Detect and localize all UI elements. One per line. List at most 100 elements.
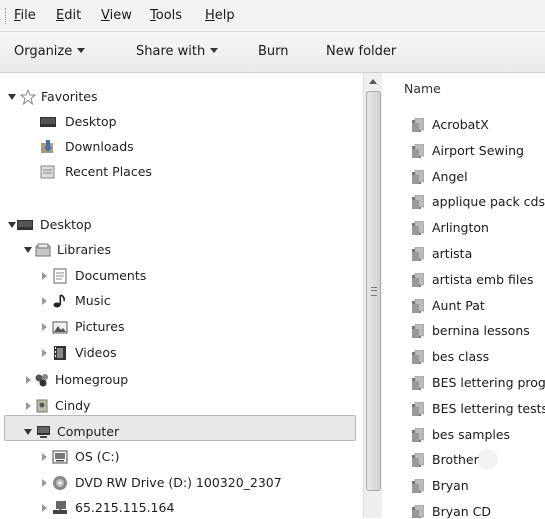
file-list-item[interactable]: Arlington — [382, 216, 545, 240]
file-name: AcrobatX — [432, 117, 489, 132]
column-header-name[interactable]: Name — [404, 81, 441, 96]
file-list: Name AcrobatX Airport Sewing Angel applique… — [382, 73, 545, 518]
expanded-arrow-icon — [8, 94, 16, 100]
nav-item-cindy[interactable]: Cindy — [0, 395, 360, 417]
drive-icon — [52, 450, 68, 464]
folder-icon — [412, 427, 424, 442]
file-name: artista emb files — [432, 271, 534, 287]
file-list-item[interactable]: Aunt Pat — [382, 294, 545, 318]
folder-icon — [412, 247, 424, 261]
chevron-down-icon — [210, 48, 219, 53]
collapsed-arrow-icon — [42, 479, 47, 487]
menu-help[interactable]: Help — [205, 8, 235, 23]
menu-file[interactable]: File — [14, 8, 36, 23]
file-name: Bryan CD — [432, 504, 492, 518]
nav-item-documents[interactable]: Documents — [0, 265, 360, 287]
libraries-icon — [35, 243, 51, 257]
nav-item-recent-places[interactable]: Recent Places — [0, 161, 360, 183]
file-name: Bryan — [432, 478, 469, 494]
file-list-item[interactable]: Angel — [382, 165, 545, 189]
nav-scrollbar[interactable] — [363, 73, 382, 518]
documents-icon — [53, 268, 67, 284]
file-name: BES lettering tests — [432, 400, 545, 416]
organize-button[interactable]: Organize — [14, 44, 86, 59]
nav-item-desktop[interactable]: Desktop — [0, 214, 360, 236]
file-list-item[interactable]: BES lettering prog — [382, 371, 545, 395]
scroll-grip-icon — [371, 287, 377, 296]
file-list-item[interactable]: applique pack cds — [382, 190, 545, 214]
file-list-item[interactable]: Brother — [382, 448, 545, 472]
dvd-icon — [53, 476, 67, 490]
collapsed-arrow-icon — [42, 349, 47, 357]
menu-view[interactable]: View — [101, 8, 132, 23]
collapsed-arrow-icon — [42, 323, 47, 331]
file-name: bernina lessons — [432, 323, 530, 339]
file-list-item[interactable]: artista emb files — [382, 268, 545, 292]
folder-icon — [412, 298, 424, 313]
collapsed-arrow-icon — [42, 453, 47, 461]
menu-tools[interactable]: Tools — [150, 8, 182, 23]
command-bar: Organize Share with Burn New folder — [0, 32, 545, 73]
share-with-button[interactable]: Share with — [136, 44, 219, 59]
file-name: bes class — [432, 349, 490, 365]
folder-icon — [412, 221, 424, 236]
folder-icon — [412, 195, 424, 210]
nav-item-desktop-fav[interactable]: Desktop — [0, 111, 360, 133]
file-list-item[interactable]: AcrobatX — [382, 113, 545, 137]
file-list-item[interactable]: bes class — [382, 345, 545, 369]
folder-icon — [412, 169, 424, 184]
menu-grip — [5, 8, 9, 24]
nav-item-music[interactable]: Music — [0, 290, 360, 312]
homegroup-icon — [35, 374, 48, 387]
file-name: Aunt Pat — [432, 297, 485, 313]
menu-edit[interactable]: Edit — [56, 8, 81, 23]
collapsed-arrow-icon — [42, 272, 47, 280]
scrollbar-thumb[interactable] — [366, 91, 381, 491]
file-name: BES lettering prog — [432, 375, 545, 390]
file-list-item[interactable]: Airport Sewing — [382, 139, 545, 163]
desktop-icon — [17, 220, 33, 230]
file-list-item[interactable]: artista — [382, 242, 545, 266]
nav-item-videos[interactable]: Videos — [0, 342, 360, 364]
file-name: bes samples — [432, 426, 511, 442]
folder-icon — [412, 143, 424, 158]
nav-item-network-drive[interactable]: 65.215.115.164 — [0, 497, 360, 519]
downloads-icon — [41, 140, 53, 153]
nav-item-pictures[interactable]: Pictures — [0, 316, 360, 338]
collapsed-arrow-icon — [26, 402, 31, 410]
network-drive-icon — [53, 501, 67, 514]
new-folder-button[interactable]: New folder — [326, 44, 396, 59]
nav-item-downloads[interactable]: Downloads — [0, 136, 360, 158]
nav-item-computer[interactable]: Computer — [0, 421, 360, 443]
file-list-item[interactable]: Bryan CD — [382, 500, 545, 518]
file-list-item[interactable]: bes samples — [382, 423, 545, 447]
file-name: artista — [432, 246, 473, 261]
file-name: Angel — [432, 168, 468, 184]
scroll-up-arrow-icon[interactable] — [369, 79, 377, 84]
burn-button[interactable]: Burn — [258, 44, 289, 59]
file-list-item[interactable]: Bryan — [382, 474, 545, 498]
collapsed-arrow-icon — [42, 297, 47, 305]
computer-icon — [37, 426, 50, 438]
folder-icon — [412, 350, 424, 365]
videos-icon — [54, 346, 66, 360]
nav-item-homegroup[interactable]: Homegroup — [0, 369, 360, 391]
file-list-item[interactable]: bernina lessons — [382, 319, 545, 343]
nav-item-os-c[interactable]: OS (C:) — [0, 446, 360, 468]
recent-places-icon — [40, 165, 55, 179]
file-name: applique pack cds — [432, 194, 545, 210]
file-name: Arlington — [432, 220, 489, 236]
user-icon — [36, 399, 48, 413]
menu-bar: File Edit View Tools Help — [0, 0, 545, 32]
nav-item-favorites[interactable]: Favorites — [0, 86, 360, 108]
file-list-item[interactable]: BES lettering tests — [382, 397, 545, 421]
nav-item-dvd-drive[interactable]: DVD RW Drive (D:) 100320_2307 — [0, 472, 360, 494]
folder-icon — [412, 401, 424, 416]
chevron-down-icon — [77, 48, 86, 53]
navigation-pane: Favorites Desktop Downloads Recent Place… — [0, 73, 363, 518]
folder-icon — [412, 272, 424, 287]
nav-item-libraries[interactable]: Libraries — [0, 239, 360, 261]
collapsed-arrow-icon — [26, 376, 31, 384]
pictures-icon — [52, 321, 68, 334]
music-icon — [53, 294, 65, 308]
